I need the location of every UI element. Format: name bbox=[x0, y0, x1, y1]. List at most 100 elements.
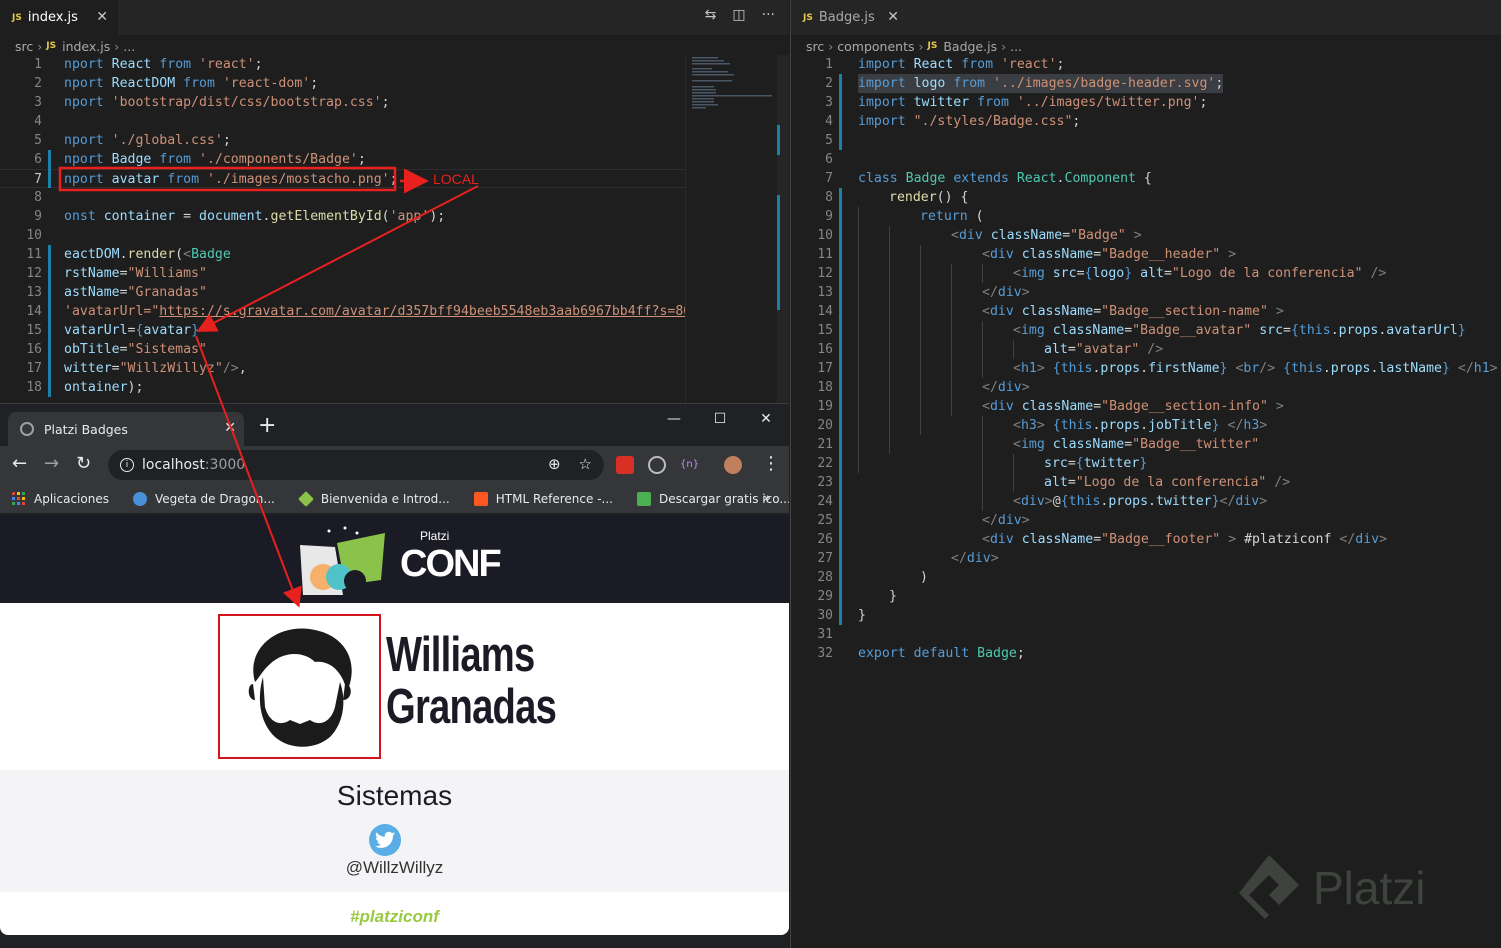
editor-tab-bar: JS Badge.js ✕ bbox=[791, 0, 1501, 35]
breadcrumb-file[interactable]: Badge.js bbox=[943, 39, 997, 54]
twitter-handle: @WillzWillyz bbox=[345, 858, 444, 877]
globe-icon bbox=[20, 422, 34, 436]
avatar[interactable] bbox=[724, 456, 742, 474]
info-icon[interactable]: i bbox=[120, 458, 134, 472]
html-icon bbox=[473, 491, 488, 506]
bookmark-item[interactable]: HTML Reference -... bbox=[473, 491, 613, 506]
breadcrumb-symbol[interactable]: ... bbox=[123, 39, 135, 54]
line-number: 14 bbox=[817, 304, 833, 319]
line-number: 32 bbox=[817, 646, 833, 661]
platzi-logo-icon bbox=[1239, 855, 1299, 919]
bookmark-star-icon[interactable]: ☆ bbox=[579, 455, 592, 473]
breadcrumb-src[interactable]: src bbox=[15, 39, 33, 54]
extension-icon[interactable] bbox=[648, 456, 666, 474]
browser-window[interactable]: Platzi Badges ✕ + — ☐ ✕ ← → ↻ i localhos… bbox=[0, 403, 789, 948]
first-name: Williams bbox=[386, 628, 535, 682]
editor-tab-bar: JS index.js ✕ ⇆ ◫ ··· bbox=[0, 0, 789, 35]
breadcrumb-file[interactable]: index.js bbox=[62, 39, 110, 54]
back-arrow-icon[interactable]: ← bbox=[12, 454, 27, 474]
line-number: 23 bbox=[817, 475, 833, 490]
menu-icon[interactable]: ⋮ bbox=[762, 454, 780, 474]
js-file-icon: JS bbox=[46, 41, 57, 51]
line-number: 13 bbox=[26, 285, 42, 300]
js-file-icon: JS bbox=[803, 12, 813, 23]
line-number: 13 bbox=[817, 285, 833, 300]
line-number: 9 bbox=[825, 209, 833, 224]
watermark-text: Platzi bbox=[1313, 862, 1426, 914]
breadcrumb: src › components › JS Badge.js › ... bbox=[806, 38, 1023, 54]
scrollbar[interactable] bbox=[777, 55, 789, 403]
line-number: 18 bbox=[26, 380, 42, 395]
line-number: 4 bbox=[825, 114, 833, 129]
tab-index-js[interactable]: JS index.js ✕ bbox=[0, 0, 118, 35]
line-number: 15 bbox=[817, 323, 833, 338]
more-actions-icon[interactable]: ··· bbox=[762, 7, 775, 23]
line-number: 29 bbox=[817, 589, 833, 604]
platzi-icon bbox=[297, 490, 314, 507]
download-icon bbox=[636, 491, 651, 506]
line-number: 27 bbox=[817, 551, 833, 566]
line-number: 5 bbox=[825, 133, 833, 148]
url-host: localhost bbox=[142, 457, 205, 473]
conf-logo-text: CONF bbox=[400, 543, 502, 585]
line-number: 25 bbox=[817, 513, 833, 528]
browser-tab-strip: Platzi Badges ✕ + — ☐ ✕ bbox=[0, 404, 789, 446]
editor-actions: ⇆ ◫ ··· bbox=[705, 7, 775, 23]
browser-tab-title: Platzi Badges bbox=[44, 421, 128, 437]
maximize-button[interactable]: ☐ bbox=[697, 404, 743, 434]
bookmark-label: Aplicaciones bbox=[34, 491, 109, 506]
zoom-icon[interactable]: ⊕ bbox=[548, 455, 561, 473]
bookmark-item[interactable]: Bienvenida e Introd... bbox=[297, 490, 450, 507]
window-controls: — ☐ ✕ bbox=[651, 404, 789, 434]
line-number: 2 bbox=[825, 76, 833, 91]
line-number: 14 bbox=[26, 304, 42, 319]
close-icon[interactable]: ✕ bbox=[224, 420, 236, 436]
breadcrumb-src[interactable]: src bbox=[806, 39, 824, 54]
breadcrumb-symbol[interactable]: ... bbox=[1010, 39, 1022, 54]
badge-editor[interactable]: JS Badge.js ✕ src › components › JS Badge.… bbox=[790, 0, 1501, 948]
tab-badge-js[interactable]: JS Badge.js ✕ bbox=[791, 0, 909, 35]
local-label: LOCAL bbox=[433, 171, 479, 187]
forward-arrow-icon[interactable]: → bbox=[44, 454, 59, 474]
extension-icon[interactable] bbox=[616, 456, 634, 474]
js-file-icon: JS bbox=[927, 41, 938, 51]
close-icon[interactable]: ✕ bbox=[887, 9, 899, 25]
reload-icon[interactable]: ↻ bbox=[76, 454, 91, 474]
breadcrumb-folder[interactable]: components bbox=[837, 39, 914, 54]
close-icon[interactable]: ✕ bbox=[96, 9, 108, 25]
compare-changes-icon[interactable]: ⇆ bbox=[705, 7, 717, 23]
page-viewport[interactable]: Platzi CONF Williams Granadas Sistemas @… bbox=[0, 515, 789, 948]
more-bookmarks-icon[interactable]: » bbox=[763, 491, 771, 506]
line-number: 9 bbox=[34, 209, 42, 224]
address-bar[interactable]: i localhost:3000 ⊕ ☆ bbox=[108, 450, 604, 480]
bookmark-item[interactable]: Vegeta de Dragon... bbox=[132, 491, 275, 506]
badge-header: Platzi CONF bbox=[0, 515, 789, 603]
git-modified-marker bbox=[839, 74, 842, 150]
js-file-icon: JS bbox=[12, 12, 22, 23]
line-number: 18 bbox=[817, 380, 833, 395]
bookmark-item[interactable]: Aplicaciones bbox=[12, 491, 109, 506]
bookmarks-bar: Aplicaciones Vegeta de Dragon... Bienven… bbox=[0, 484, 789, 514]
close-window-button[interactable]: ✕ bbox=[743, 404, 789, 434]
line-number: 8 bbox=[825, 190, 833, 205]
line-number: 31 bbox=[817, 627, 833, 642]
line-number: 30 bbox=[817, 608, 833, 623]
line-number: 1 bbox=[34, 57, 42, 72]
index-editor[interactable]: JS index.js ✕ ⇆ ◫ ··· src › JS index.js › … bbox=[0, 0, 789, 403]
platzi-brand-label: Platzi bbox=[420, 529, 450, 543]
line-number: 1 bbox=[825, 57, 833, 72]
extension-icon[interactable]: {n} bbox=[680, 456, 699, 474]
eye-icon bbox=[132, 491, 147, 506]
new-tab-button[interactable]: + bbox=[258, 415, 276, 437]
line-number: 21 bbox=[817, 437, 833, 452]
line-number: 16 bbox=[26, 342, 42, 357]
minimap[interactable] bbox=[685, 55, 777, 403]
line-number: 12 bbox=[817, 266, 833, 281]
browser-tab[interactable]: Platzi Badges ✕ bbox=[8, 412, 244, 446]
line-number: 20 bbox=[817, 418, 833, 433]
split-editor-icon[interactable]: ◫ bbox=[732, 7, 745, 23]
last-name: Granadas bbox=[386, 680, 557, 734]
minimize-button[interactable]: — bbox=[651, 404, 697, 434]
git-modified-marker bbox=[48, 245, 51, 397]
line-number: 11 bbox=[26, 247, 42, 262]
